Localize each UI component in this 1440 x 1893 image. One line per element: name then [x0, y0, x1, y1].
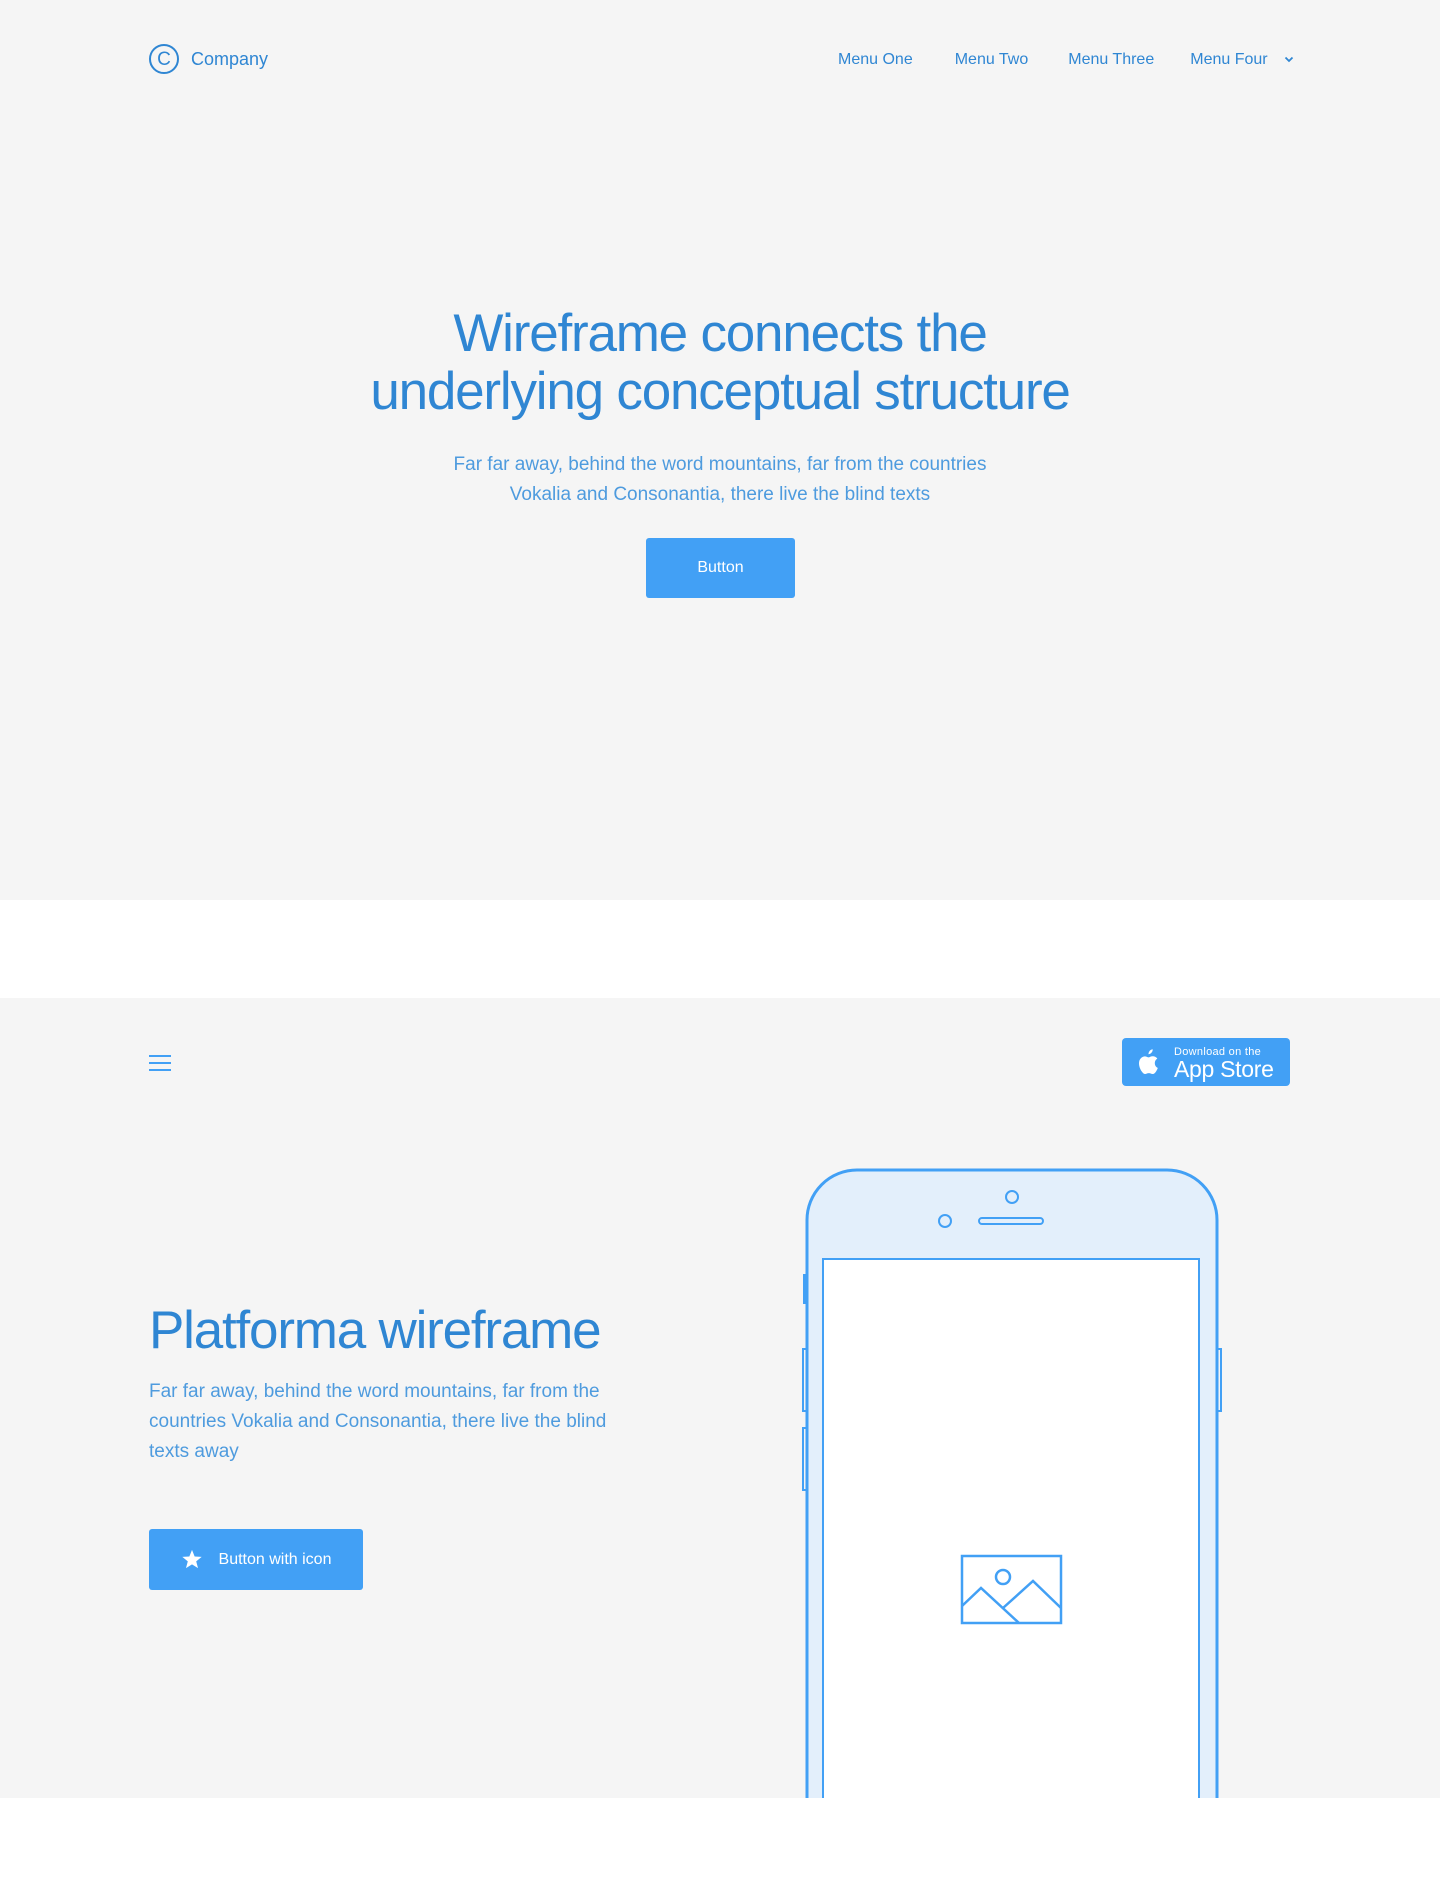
app-section: Download on the App Store Platforma wire… [0, 998, 1440, 1798]
hero-title: Wireframe connects the underlying concep… [0, 305, 1440, 421]
hero-button[interactable]: Button [646, 538, 795, 598]
button-with-icon-label: Button with icon [218, 1550, 332, 1568]
nav-menu-one[interactable]: Menu One [838, 51, 913, 69]
app-store-big-text: App Store [1174, 1056, 1274, 1082]
hamburger-menu-icon[interactable] [149, 1055, 171, 1076]
hero-title-line-1: Wireframe connects the [453, 304, 987, 363]
phone-mockup [802, 1168, 1222, 1798]
hero-title-line-2: underlying conceptual structure [370, 362, 1071, 421]
logo-c-icon: C [149, 44, 179, 74]
logo-text: Company [191, 48, 269, 69]
nav-menu-four-label: Menu Four [1190, 51, 1268, 68]
hero-section: C Company Menu One Menu Two Menu Three M… [0, 0, 1440, 900]
section-title: Platforma wireframe [149, 1301, 602, 1360]
hero-subtitle-line-1: Far far away, behind the word mountains,… [453, 454, 987, 475]
nav-menu-four[interactable]: Menu Four [1190, 51, 1294, 69]
nav-menu-three[interactable]: Menu Three [1068, 51, 1154, 69]
star-icon [181, 1549, 202, 1569]
section-description-line-3: texts away [149, 1441, 239, 1462]
chevron-down-icon [1284, 57, 1294, 63]
nav-menu-two[interactable]: Menu Two [955, 51, 1029, 69]
hero-subtitle-line-2: Vokalia and Consonantia, there live the … [509, 484, 931, 505]
section-description-line-2: countries Vokalia and Consonantia, there… [149, 1411, 607, 1432]
company-logo[interactable]: C Company [149, 44, 268, 74]
button-with-icon[interactable]: Button with icon [149, 1529, 363, 1590]
hero-subtitle: Far far away, behind the word mountains,… [0, 450, 1440, 510]
apple-icon [1139, 1049, 1158, 1075]
main-nav: Menu One Menu Two Menu Three Menu Four [838, 51, 1294, 69]
section-description: Far far away, behind the word mountains,… [149, 1377, 669, 1467]
app-store-button[interactable]: Download on the App Store [1122, 1038, 1290, 1086]
section-description-line-1: Far far away, behind the word mountains,… [149, 1381, 600, 1402]
phone-screen [822, 1258, 1200, 1798]
